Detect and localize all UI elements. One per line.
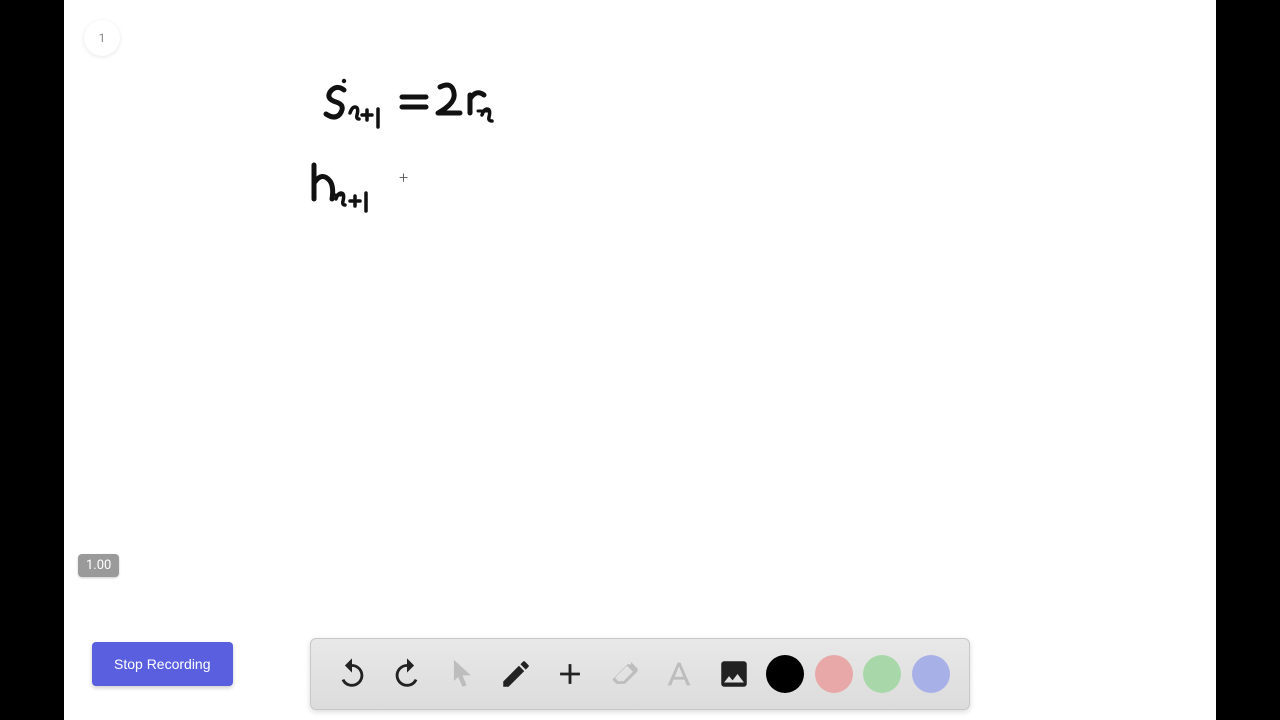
color-swatch-pink[interactable] <box>815 655 853 693</box>
redo-icon <box>390 657 424 691</box>
eraser-icon <box>608 657 642 691</box>
undo-icon <box>335 657 369 691</box>
zoom-level-badge[interactable]: 1.00 <box>78 554 119 577</box>
color-swatch-blue[interactable] <box>912 655 950 693</box>
pencil-icon <box>499 657 533 691</box>
color-swatch-black[interactable] <box>766 655 804 693</box>
ink-strokes <box>254 75 514 225</box>
image-icon <box>717 657 751 691</box>
zoom-level-value: 1.00 <box>86 558 111 573</box>
pointer-tool[interactable] <box>439 652 483 696</box>
stop-recording-button[interactable]: Stop Recording <box>92 642 233 686</box>
drawing-toolbar <box>310 638 970 710</box>
plus-icon <box>553 657 587 691</box>
page-number-badge: 1 <box>84 20 120 56</box>
text-tool[interactable] <box>657 652 701 696</box>
whiteboard-canvas[interactable]: 1 <box>64 0 1216 720</box>
page-number: 1 <box>99 31 106 45</box>
color-swatch-green[interactable] <box>863 655 901 693</box>
redo-button[interactable] <box>385 652 429 696</box>
image-tool[interactable] <box>712 652 756 696</box>
pen-tool[interactable] <box>494 652 538 696</box>
stop-recording-label: Stop Recording <box>114 656 211 672</box>
eraser-tool[interactable] <box>603 652 647 696</box>
crosshair-cursor-icon: + <box>399 168 408 187</box>
undo-button[interactable] <box>330 652 374 696</box>
text-icon <box>662 657 696 691</box>
add-tool[interactable] <box>548 652 592 696</box>
pointer-icon <box>444 657 478 691</box>
